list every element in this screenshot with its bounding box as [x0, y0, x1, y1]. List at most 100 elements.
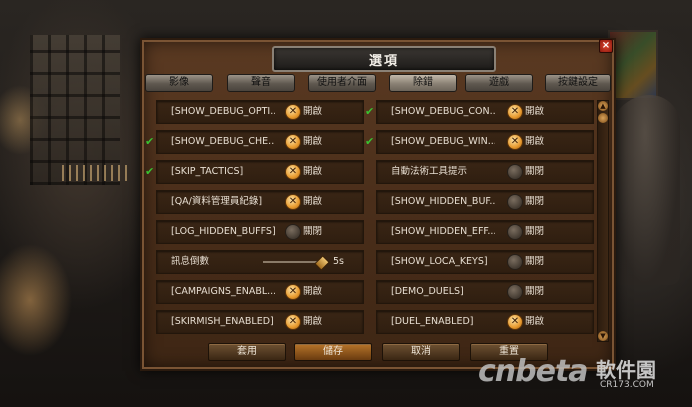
option-row: [LOG_HIDDEN_BUFFS] 關閉 [SHOW_HIDDEN_EFF..…	[156, 220, 594, 244]
green-check-icon	[145, 105, 157, 119]
tab-game[interactable]: 遊戲	[465, 74, 533, 92]
option-row: 訊息倒數 5s [SHOW_LOCA_KEYS] 關閉	[156, 250, 594, 274]
option-cell: ✔ [SKIP_TACTICS] ✕ 開啟	[145, 160, 364, 184]
green-check-icon	[145, 315, 157, 329]
green-check-icon	[145, 255, 157, 269]
green-check-icon: ✔	[145, 135, 155, 148]
dark-circle-icon[interactable]	[507, 164, 523, 180]
option-cell: [SHOW_DEBUG_OPTI... ✕ 開啟	[156, 100, 364, 124]
option-label: [LOG_HIDDEN_BUFFS]	[171, 226, 275, 237]
close-icon[interactable]: ×	[599, 39, 613, 53]
x-orange-circle-icon[interactable]: ✕	[507, 104, 523, 120]
options-dialog: 選項 × 影像 聲音 使用者介面 除錯 遊戲 按鍵設定 [SHOW_DEBUG_…	[140, 38, 616, 371]
option-label: [SKIRMISH_ENABLED]	[171, 316, 274, 327]
x-orange-circle-icon[interactable]: ✕	[285, 134, 301, 150]
option-state: 開啟	[303, 316, 323, 327]
green-check-icon	[365, 315, 377, 329]
options-scrollbar[interactable]: ▲ ▼	[597, 100, 609, 342]
option-state: 關閉	[303, 226, 323, 237]
option-cell: 自動法術工具提示 關閉	[376, 160, 594, 184]
option-state: 關閉	[525, 166, 545, 177]
tab-video[interactable]: 影像	[145, 74, 213, 92]
green-check-icon	[145, 285, 157, 299]
option-label: [SHOW_LOCA_KEYS]	[391, 256, 488, 267]
green-check-icon: ✔	[145, 165, 155, 178]
option-state: 開啟	[303, 196, 323, 207]
watermark-name: 軟件園	[596, 358, 656, 382]
x-orange-circle-icon[interactable]: ✕	[285, 104, 301, 120]
options-list: [SHOW_DEBUG_OPTI... ✕ 開啟 ✔ [SHOW_DEBUG_C…	[145, 100, 594, 340]
watermark-url: CR173.COM	[600, 380, 654, 390]
message-countdown-slider[interactable]	[263, 261, 319, 263]
option-cell: [DEMO_DUELS] 關閉	[376, 280, 594, 304]
option-label: [SKIP_TACTICS]	[171, 166, 244, 177]
green-check-icon: ✔	[365, 135, 375, 148]
option-cell: [QA/資料管理員紀錄] ✕ 開啟	[156, 190, 364, 214]
option-row: [QA/資料管理員紀錄] ✕ 開啟 [SHOW_HIDDEN_BUF... 關閉	[156, 190, 594, 214]
option-label: 訊息倒數	[171, 256, 210, 267]
tab-debug[interactable]: 除錯	[389, 74, 457, 92]
tab-keybindings[interactable]: 按鍵設定	[545, 74, 611, 92]
option-cell: [SHOW_HIDDEN_BUF... 關閉	[376, 190, 594, 214]
option-row: [CAMPAIGNS_ENABL... ✕ 開啟 [DEMO_DUELS] 關閉	[156, 280, 594, 304]
option-state: 開啟	[303, 166, 323, 177]
option-label: [SHOW_HIDDEN_EFF...	[391, 226, 495, 237]
green-check-icon: ✔	[365, 105, 375, 118]
background-window	[30, 35, 120, 185]
option-label: 自動法術工具提示	[391, 166, 468, 177]
x-orange-circle-icon[interactable]: ✕	[285, 164, 301, 180]
scroll-down-icon[interactable]: ▼	[598, 331, 608, 341]
option-label: [CAMPAIGNS_ENABL...	[171, 286, 275, 297]
tab-audio[interactable]: 聲音	[227, 74, 295, 92]
x-orange-circle-icon[interactable]: ✕	[507, 134, 523, 150]
option-state: 開啟	[525, 106, 545, 117]
option-cell: ✔ [SHOW_DEBUG_CON... ✕ 開啟	[365, 100, 594, 124]
green-check-icon	[365, 285, 377, 299]
green-check-icon	[365, 165, 377, 179]
cancel-button[interactable]: 取消	[382, 343, 460, 361]
option-cell: [CAMPAIGNS_ENABL... ✕ 開啟	[156, 280, 364, 304]
option-state: 開啟	[303, 136, 323, 147]
x-orange-circle-icon[interactable]: ✕	[285, 194, 301, 210]
slider-handle[interactable]	[314, 255, 330, 271]
option-label: [SHOW_DEBUG_CON...	[391, 106, 495, 117]
option-label: [QA/資料管理員紀錄]	[171, 196, 263, 207]
option-cell: ✔ [SHOW_DEBUG_CHE... ✕ 開啟	[145, 130, 364, 154]
save-button[interactable]: 儲存	[294, 343, 372, 361]
option-cell: [LOG_HIDDEN_BUFFS] 關閉	[156, 220, 364, 244]
dark-circle-icon[interactable]	[507, 224, 523, 240]
dialog-title: 選項	[272, 46, 496, 72]
apply-button[interactable]: 套用	[208, 343, 286, 361]
dark-circle-icon[interactable]	[285, 224, 301, 240]
watermark-logo: cnbeta	[478, 354, 589, 389]
option-label: [SHOW_DEBUG_WIN...	[391, 136, 495, 147]
dark-circle-icon[interactable]	[507, 194, 523, 210]
dialog-title-text: 選項	[368, 53, 399, 69]
green-check-icon	[365, 225, 377, 239]
option-cell: [SHOW_LOCA_KEYS] 關閉	[376, 250, 594, 274]
x-orange-circle-icon[interactable]: ✕	[285, 314, 301, 330]
option-label: [DUEL_ENABLED]	[391, 316, 474, 327]
dark-circle-icon[interactable]	[507, 254, 523, 270]
option-cell: [SHOW_HIDDEN_EFF... 關閉	[376, 220, 594, 244]
option-cell: ✔ [SHOW_DEBUG_WIN... ✕ 開啟	[365, 130, 594, 154]
green-check-icon	[365, 255, 377, 269]
scroll-up-icon[interactable]: ▲	[598, 101, 608, 111]
x-orange-circle-icon[interactable]: ✕	[285, 284, 301, 300]
background-hooded-figure	[610, 95, 680, 285]
tab-bar: 影像 聲音 使用者介面 除錯 遊戲 按鍵設定	[145, 74, 611, 92]
green-check-icon	[145, 195, 157, 209]
tab-interface[interactable]: 使用者介面	[308, 74, 376, 92]
option-state: 開啟	[303, 106, 323, 117]
option-row: ✔ [SHOW_DEBUG_CHE... ✕ 開啟 ✔ [SHOW_DEBUG_…	[145, 130, 594, 154]
scroll-thumb-icon[interactable]	[598, 113, 608, 123]
option-state: 關閉	[525, 226, 545, 237]
option-label: [SHOW_DEBUG_OPTI...	[171, 106, 275, 117]
dark-circle-icon[interactable]	[507, 284, 523, 300]
option-label: [DEMO_DUELS]	[391, 286, 464, 297]
option-state: 開啟	[303, 286, 323, 297]
slider-value: 5s	[333, 256, 344, 267]
option-row: [SHOW_DEBUG_OPTI... ✕ 開啟 ✔ [SHOW_DEBUG_C…	[156, 100, 594, 124]
x-orange-circle-icon[interactable]: ✕	[507, 314, 523, 330]
option-state: 關閉	[525, 286, 545, 297]
